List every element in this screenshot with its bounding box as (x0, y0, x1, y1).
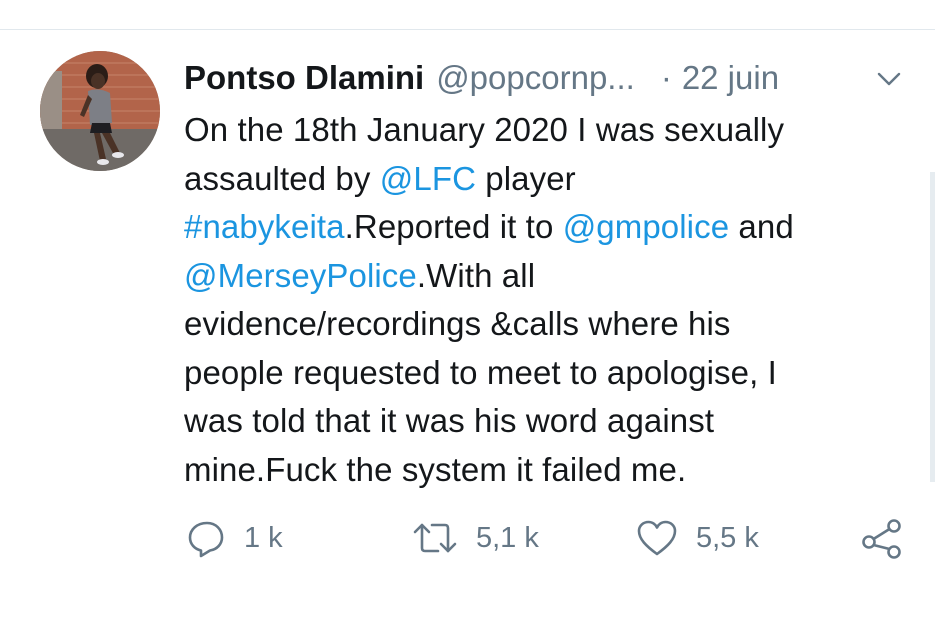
tweet-text-segment: mine.Fuck the system it failed me. (184, 450, 687, 488)
tweet-text-segment: player (476, 159, 576, 197)
mention-link[interactable]: @LFC (380, 160, 476, 197)
tweet-text-segment: .With all (416, 256, 536, 294)
action-bar: 1 k 5,1 k 5,5 k (0, 512, 935, 564)
tweet-text-line: #nabykeita.Reported it to @gmpolice and (184, 203, 884, 252)
tweet-text-segment: evidence/recordings &calls where his (184, 305, 731, 342)
retweet-icon (413, 523, 457, 553)
author-handle[interactable]: @popcornp... (436, 59, 635, 97)
tweet-text-segment: .Reported it to (344, 208, 563, 245)
tweet-text-line: evidence/recordings &calls where his (184, 300, 884, 349)
tweet-text: On the 18th January 2020 I was sexually a… (184, 106, 884, 494)
tweet-text-line: mine.Fuck the system it failed me. (184, 446, 884, 495)
mention-link[interactable]: @gmpolice (563, 208, 729, 245)
share-button[interactable] (860, 512, 904, 564)
tweet-text-segment: and (729, 208, 794, 245)
hashtag-link[interactable]: #nabykeita (184, 208, 345, 245)
tweet-text-segment: people requested to meet to apologise, I (184, 353, 777, 391)
author-name[interactable]: Pontso Dlamini (184, 59, 424, 97)
reply-icon (188, 521, 224, 558)
tweet-text-line: people requested to meet to apologise, I (184, 349, 884, 398)
share-icon (862, 519, 901, 559)
tweet-text-line: On the 18th January 2020 I was sexually (184, 106, 884, 155)
tweet-text-line: @MerseyPolice.With all (184, 252, 884, 301)
like-count: 5,5 k (696, 521, 759, 554)
tweet-header: Pontso Dlamini @popcornp... · 22 juin (184, 56, 904, 100)
top-divider (0, 29, 935, 30)
chevron-down-icon[interactable] (874, 64, 904, 94)
separator-dot: · (660, 59, 672, 96)
tweet-date[interactable]: 22 juin (682, 59, 779, 97)
tweet-text-line: assaulted by @LFC player (184, 155, 884, 204)
like-button[interactable]: 5,5 k (636, 512, 759, 564)
tweet-text-segment: On the 18th January 2020 I was sexually (184, 111, 785, 148)
scrollbar[interactable] (930, 172, 935, 482)
reply-button[interactable]: 1 k (186, 512, 283, 564)
tweet-text-segment: assaulted by (184, 159, 380, 197)
tweet-text-segment: was told that it was his word against (184, 402, 715, 439)
avatar-image (40, 51, 160, 171)
avatar[interactable] (40, 51, 160, 171)
heart-icon (637, 520, 677, 556)
retweet-count: 5,1 k (476, 521, 539, 554)
mention-link[interactable]: @MerseyPolice (184, 257, 417, 294)
tweet-text-line: was told that it was his word against (184, 397, 884, 446)
reply-count: 1 k (244, 521, 283, 554)
retweet-button[interactable]: 5,1 k (412, 512, 539, 564)
